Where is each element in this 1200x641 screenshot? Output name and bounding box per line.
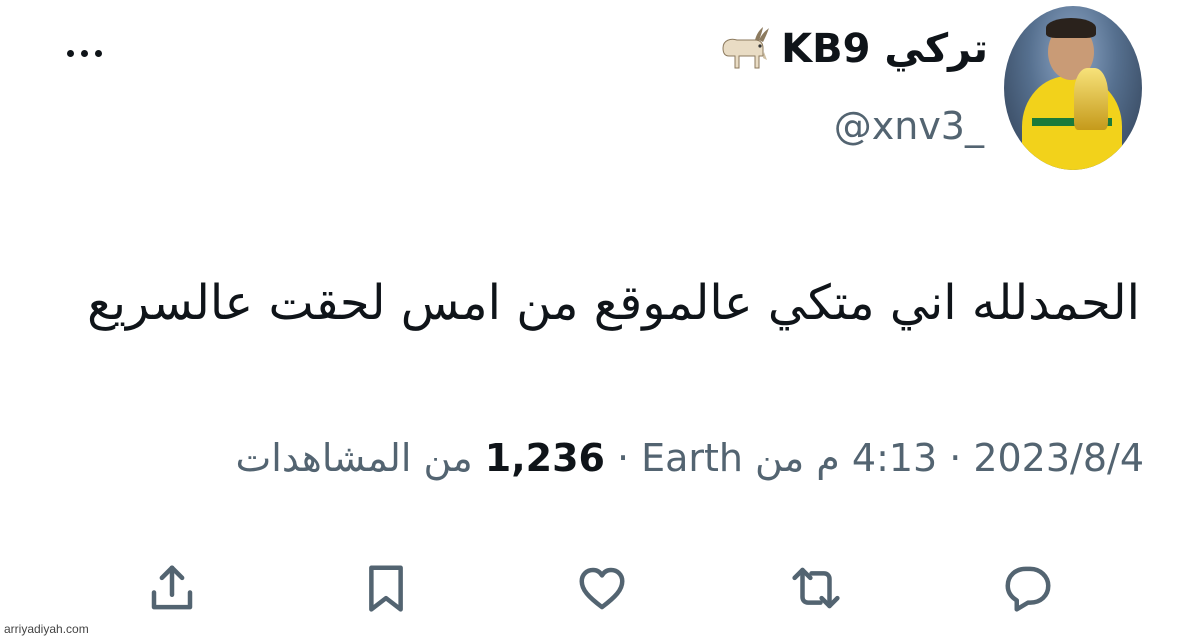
trophy-icon [1074,68,1108,130]
heart-icon [579,567,625,610]
more-dot [94,49,102,57]
display-name[interactable]: تركي KB9 [781,26,988,72]
goat-icon [715,26,771,72]
reply-button[interactable] [996,556,1060,620]
like-button[interactable] [570,556,634,620]
separator: · [617,436,630,480]
tweet-date[interactable]: 2023/8/4 [973,436,1144,480]
tweet-time[interactable]: 4:13 م [816,436,937,480]
tweet-text: الحمدلله اني متكي عالموقع من امس لحقت عا… [87,275,1140,331]
more-dot [80,49,88,57]
views-count: 1,236 [484,436,605,480]
separator: · [949,436,962,480]
retweet-icon [792,567,840,609]
user-handle[interactable]: @xnv3_ [834,104,984,148]
share-icon [151,565,193,610]
views-label: من المشاهدات [235,436,473,480]
tweet-meta: 2023/8/4 · 4:13 م من Earth · 1,236 من ال… [236,436,1144,480]
more-dot [66,49,74,57]
more-options-button[interactable] [56,36,112,70]
share-button[interactable] [140,556,204,620]
location-prefix: من [755,436,805,480]
tweet-location: Earth [641,436,743,480]
bookmark-button[interactable] [354,556,418,620]
avatar-hair [1046,18,1096,38]
user-name-row[interactable]: تركي KB9 [715,26,988,72]
bookmark-icon [369,565,403,612]
reply-icon [1005,566,1051,612]
action-bar [0,548,1200,628]
avatar[interactable] [1004,6,1142,170]
retweet-button[interactable] [784,556,848,620]
tweet-card: تركي KB9 @xnv3_ الحمدلله اني متكي عالموق… [0,0,1200,641]
watermark: arriyadiyah.com [4,622,89,636]
